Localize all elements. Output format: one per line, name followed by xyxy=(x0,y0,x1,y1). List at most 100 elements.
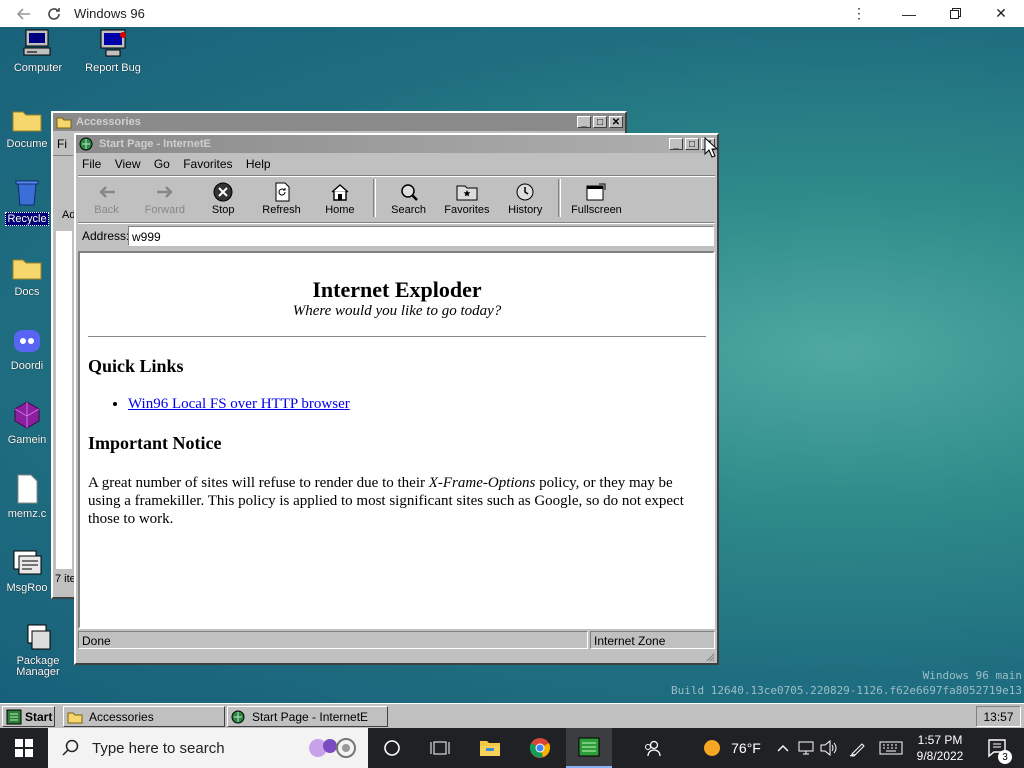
desktop-icon-gamein[interactable]: Gamein xyxy=(0,399,54,446)
notice-heading: Important Notice xyxy=(88,433,222,453)
host-restore-button[interactable] xyxy=(932,0,978,27)
quick-links-heading: Quick Links xyxy=(88,356,184,376)
menu-view[interactable]: View xyxy=(115,157,141,171)
desktop-icon-recycle[interactable]: Recycle xyxy=(0,177,54,226)
discord-icon xyxy=(11,325,43,357)
desktop-icon-label: Recycle xyxy=(5,212,49,226)
desktop-icon-doordi[interactable]: Doordi xyxy=(0,325,54,372)
weather-sun-icon[interactable] xyxy=(700,728,724,768)
address-input[interactable]: w999 xyxy=(128,226,714,246)
desktop-icon-memz[interactable]: memz.c xyxy=(0,473,54,520)
search-highlight-icon xyxy=(296,734,360,762)
volume-icon[interactable] xyxy=(818,728,840,768)
chevron-up-icon[interactable] xyxy=(774,728,792,768)
back-label: Back xyxy=(94,204,119,216)
back-button[interactable]: Back xyxy=(79,179,134,216)
start-button[interactable]: Start xyxy=(2,706,55,727)
win96-clock: 13:57 xyxy=(976,706,1021,727)
accessories-title-bar[interactable]: Accessories _ □ ✕ xyxy=(53,113,625,131)
home-icon xyxy=(329,181,351,203)
network-icon[interactable] xyxy=(796,728,816,768)
clock-time: 1:57 PM xyxy=(917,733,963,747)
accessories-menu-fragment[interactable]: Fi xyxy=(57,137,67,151)
host-minimize-button[interactable]: — xyxy=(886,0,932,27)
notification-center-icon[interactable]: 3 xyxy=(978,728,1018,768)
maximize-button[interactable]: □ xyxy=(685,138,699,150)
link-win96-local-fs[interactable]: Win96 Local FS over HTTP browser xyxy=(128,396,350,412)
menu-go[interactable]: Go xyxy=(154,157,170,171)
desktop-icon-documents[interactable]: Docume xyxy=(0,103,54,150)
toolbar-separator xyxy=(372,179,376,217)
refresh-button[interactable]: Refresh xyxy=(254,179,309,216)
desktop-icon-label: Report Bug xyxy=(85,62,141,74)
toolbar-divider xyxy=(78,222,715,224)
mouse-cursor-icon xyxy=(704,136,719,162)
keyboard-icon[interactable] xyxy=(874,728,908,768)
people-icon[interactable] xyxy=(632,728,672,768)
host-clock[interactable]: 1:57 PM 9/8/2022 xyxy=(910,728,970,768)
desktop-icon-label: Doordi xyxy=(10,360,44,372)
browser-title-bar[interactable]: Start Page - InternetE _ □ ✕ xyxy=(76,135,717,153)
desktop-icon-label: Computer xyxy=(13,62,63,74)
accessories-title: Accessories xyxy=(76,116,141,128)
more-vert-icon[interactable]: ⋮ xyxy=(836,0,882,27)
minimize-button[interactable]: _ xyxy=(669,138,683,150)
pen-icon[interactable] xyxy=(846,728,870,768)
forward-button[interactable]: Forward xyxy=(137,179,192,216)
reload-icon[interactable] xyxy=(44,4,64,24)
stop-button[interactable]: Stop xyxy=(196,179,251,216)
search-icon xyxy=(398,181,420,203)
win96-app-icon[interactable] xyxy=(566,728,612,768)
task-accessories[interactable]: Accessories xyxy=(63,706,225,727)
desktop-icon-label: Docume xyxy=(6,138,48,150)
history-button[interactable]: History xyxy=(498,179,553,216)
desktop-icon-msgroom[interactable]: MsgRoo xyxy=(0,547,54,594)
page-tagline: Where would you like to go today? xyxy=(292,303,502,319)
internet-exploder-window[interactable]: Start Page - InternetE _ □ ✕ File View G… xyxy=(74,133,719,665)
menu-file[interactable]: File xyxy=(82,157,101,171)
windows-start-icon[interactable] xyxy=(0,728,48,768)
browser-toolbar: Back Forward Stop Refresh Home Search Fa… xyxy=(79,179,626,219)
menu-favorites[interactable]: Favorites xyxy=(183,157,232,171)
task-internet-exploder[interactable]: Start Page - InternetE xyxy=(227,706,388,727)
search-button[interactable]: Search xyxy=(381,179,436,216)
forward-label: Forward xyxy=(144,204,186,216)
favorites-label: Favorites xyxy=(444,204,490,216)
status-zone: Internet Zone xyxy=(590,631,715,649)
arrow-right-icon xyxy=(154,181,176,203)
desktop-icon-report-bug[interactable]: Report Bug xyxy=(76,27,150,74)
menu-help[interactable]: Help xyxy=(246,157,271,171)
task-view-icon[interactable] xyxy=(420,728,460,768)
fullscreen-icon xyxy=(585,181,607,203)
desktop-icon-package-manager[interactable]: Package Manager xyxy=(1,621,75,678)
folder-icon xyxy=(11,251,43,283)
folder-icon xyxy=(67,710,83,724)
notification-badge: 3 xyxy=(998,750,1012,764)
desktop-icon-docs[interactable]: Docs xyxy=(0,251,54,298)
taskbar-search-box[interactable]: Type here to search xyxy=(48,728,368,768)
browser-title: Start Page - InternetE xyxy=(99,138,211,150)
resize-grip-icon[interactable] xyxy=(705,651,715,662)
clock-date: 9/8/2022 xyxy=(916,749,964,763)
minimize-button[interactable]: _ xyxy=(577,116,591,128)
home-button[interactable]: Home xyxy=(312,179,367,216)
cortana-icon[interactable] xyxy=(372,728,412,768)
folder-icon xyxy=(56,115,72,129)
host-close-button[interactable]: ✕ xyxy=(978,0,1024,27)
favorites-button[interactable]: Favorites xyxy=(439,179,494,216)
desktop-icon-computer[interactable]: Computer xyxy=(1,27,75,74)
fullscreen-button[interactable]: Fullscreen xyxy=(566,179,626,216)
fullscreen-label: Fullscreen xyxy=(571,204,622,216)
close-button[interactable]: ✕ xyxy=(609,116,623,128)
address-label: Address: xyxy=(82,229,130,243)
back-arrow-icon[interactable] xyxy=(14,4,34,24)
file-explorer-icon[interactable] xyxy=(470,728,510,768)
accessories-content xyxy=(56,231,72,569)
accessories-status-fragment: 7 ite xyxy=(55,573,76,585)
start-logo-icon xyxy=(6,709,22,725)
weather-temperature[interactable]: 76°F xyxy=(728,728,764,768)
chrome-icon[interactable] xyxy=(520,728,560,768)
internet-exploder-icon xyxy=(231,710,247,724)
desktop-icon-label: MsgRoo xyxy=(6,582,48,594)
maximize-button[interactable]: □ xyxy=(593,116,607,128)
